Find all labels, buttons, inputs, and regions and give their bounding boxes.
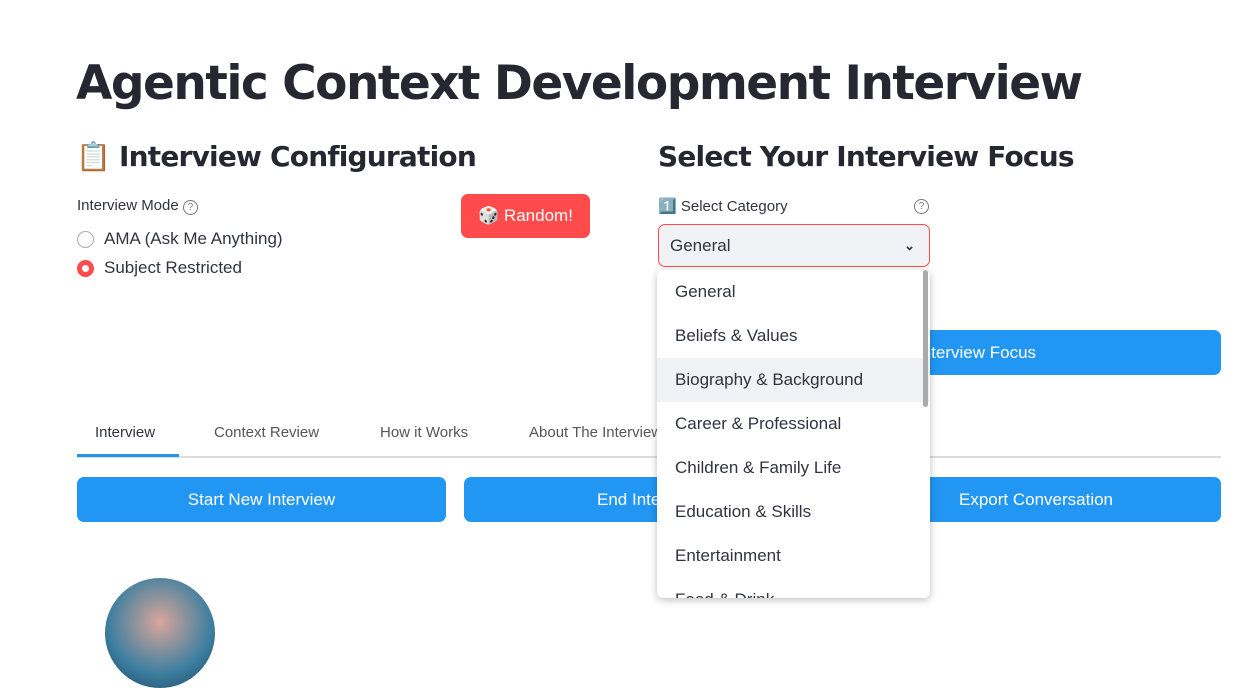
help-icon[interactable]: ? [914, 199, 929, 214]
avatar [105, 578, 215, 688]
help-icon[interactable]: ? [182, 200, 198, 215]
option-career[interactable]: Career & Professional [657, 402, 930, 446]
tab-how-it-works[interactable]: How it Works [380, 424, 468, 441]
config-heading: 📋 Interview Configuration [76, 140, 477, 173]
chevron-down-icon: ⌄ [904, 237, 915, 253]
focus-heading: Select Your Interview Focus [658, 140, 1075, 173]
radio-circle[interactable] [77, 230, 94, 248]
radio-subject-restricted[interactable]: Subject Restricted [77, 258, 242, 278]
option-education[interactable]: Education & Skills [657, 490, 930, 534]
category-dropdown-list[interactable]: General Beliefs & Values Biography & Bac… [657, 270, 930, 598]
start-interview-button[interactable]: Start New Interview [77, 477, 446, 522]
category-label: 1️⃣ Select Category [658, 198, 788, 215]
page-title: Agentic Context Development Interview [76, 56, 1083, 111]
interview-mode-label: Interview Mode ? [77, 197, 198, 215]
option-biography[interactable]: Biography & Background [657, 358, 930, 402]
random-button[interactable]: 🎲 Random! [461, 194, 590, 238]
option-children[interactable]: Children & Family Life [657, 446, 930, 490]
radio-ama[interactable]: AMA (Ask Me Anything) [77, 229, 283, 249]
radio-circle[interactable] [77, 259, 94, 277]
option-entertainment[interactable]: Entertainment [657, 534, 930, 578]
category-select[interactable]: General ⌄ [658, 224, 930, 267]
clipboard-icon: 📋 [76, 140, 111, 173]
option-general[interactable]: General [657, 270, 930, 314]
tab-divider [77, 456, 1221, 458]
dropdown-scrollbar[interactable] [923, 270, 928, 407]
tab-context-review[interactable]: Context Review [214, 424, 319, 441]
option-food[interactable]: Food & Drink [657, 578, 930, 598]
option-beliefs[interactable]: Beliefs & Values [657, 314, 930, 358]
active-tab-indicator [77, 454, 179, 457]
tab-about[interactable]: About The Interview [529, 424, 662, 441]
tab-interview[interactable]: Interview [95, 424, 155, 441]
